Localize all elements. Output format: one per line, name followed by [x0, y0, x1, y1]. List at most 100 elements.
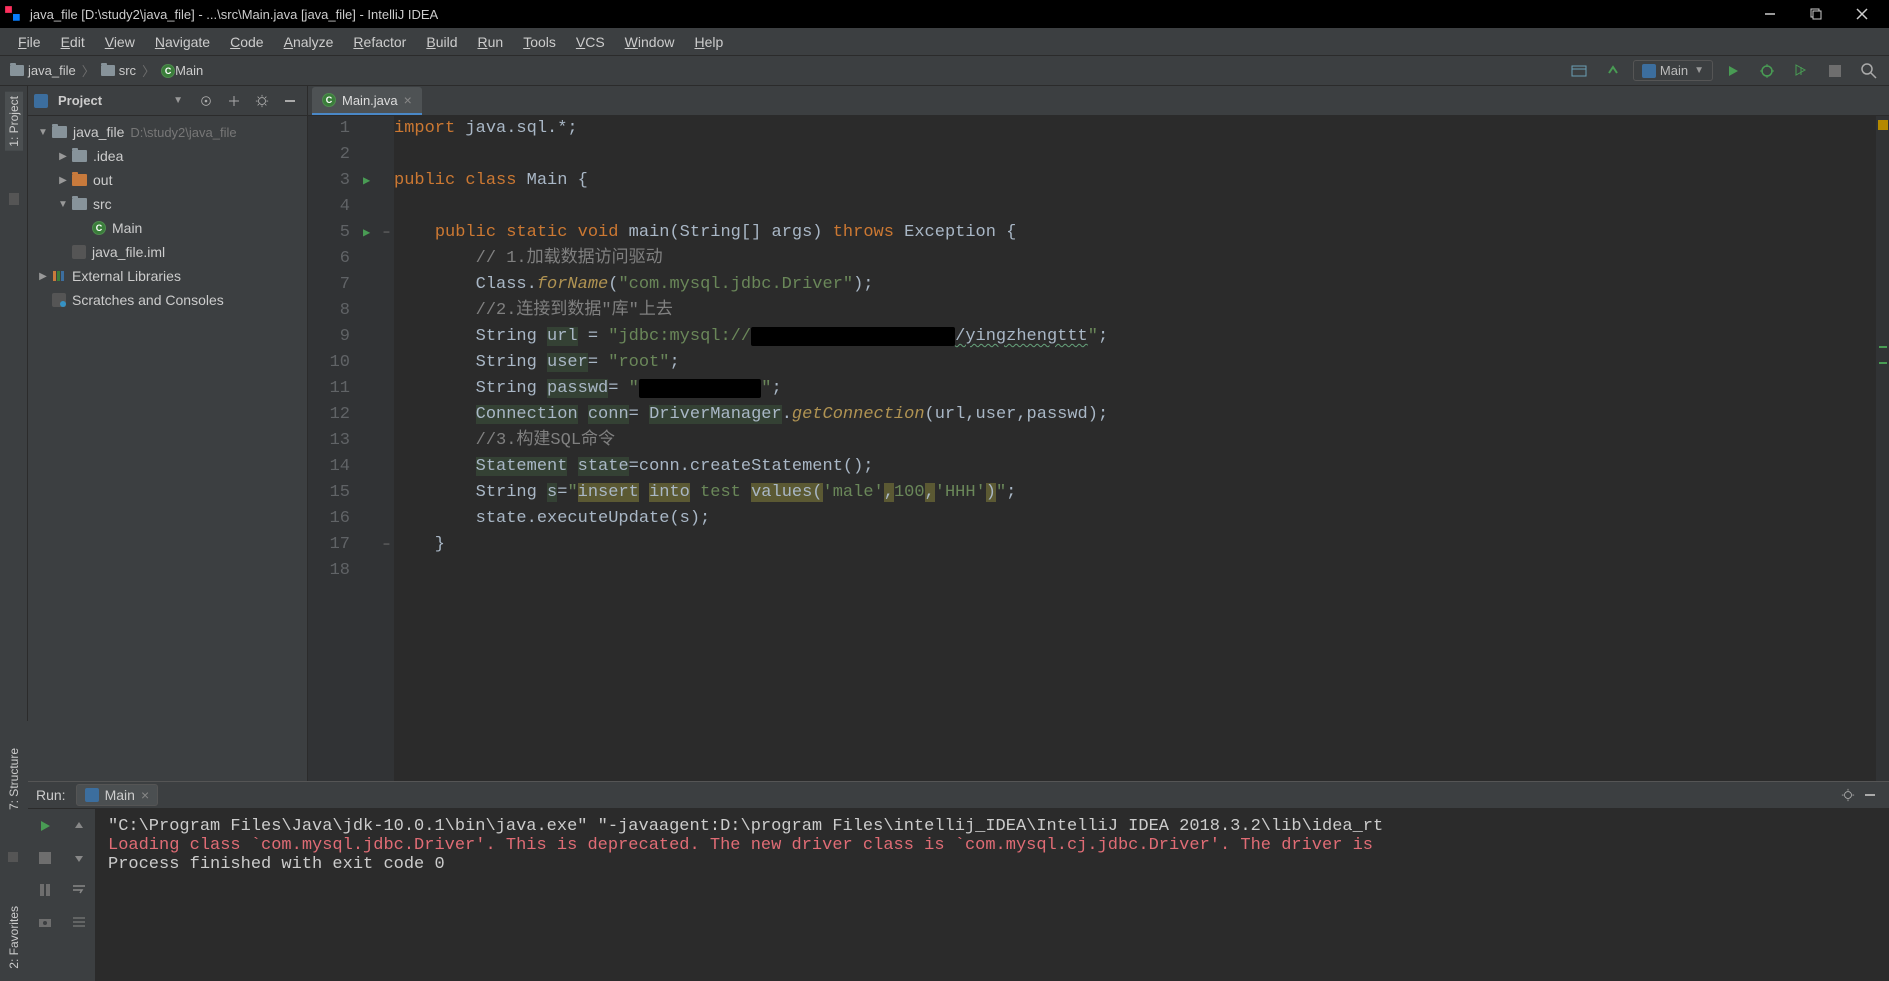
crumb-src[interactable]: src	[97, 63, 140, 78]
navigation-bar: java_file〉src〉CMain Main ▼	[0, 56, 1889, 86]
run-icon[interactable]	[1719, 59, 1747, 83]
app-icon	[85, 788, 99, 802]
expand-arrow-icon[interactable]: ▼	[56, 199, 70, 210]
menu-tools[interactable]: Tools	[513, 34, 566, 50]
folder-icon	[52, 126, 67, 138]
menu-edit[interactable]: Edit	[51, 34, 95, 50]
stripe-mark	[1879, 346, 1887, 348]
folder-icon	[10, 65, 24, 76]
menu-code[interactable]: Code	[220, 34, 273, 50]
expand-arrow-icon[interactable]: ▶	[56, 151, 70, 162]
menu-window[interactable]: Window	[615, 34, 685, 50]
project-title: Project	[58, 93, 102, 108]
pause-icon[interactable]	[34, 879, 56, 901]
menu-run[interactable]: Run	[467, 34, 513, 50]
intellij-logo-icon	[4, 5, 22, 23]
class-icon: C	[322, 93, 336, 107]
menu-analyze[interactable]: Analyze	[274, 34, 344, 50]
warning-indicator-icon	[1878, 120, 1888, 130]
menu-vcs[interactable]: VCS	[566, 34, 615, 50]
locate-icon[interactable]	[195, 90, 217, 112]
expand-arrow-icon[interactable]: ▶	[36, 271, 50, 282]
search-icon[interactable]	[1855, 59, 1883, 83]
run-tool-header: Run: Main ×	[28, 782, 1889, 809]
menu-view[interactable]: View	[95, 34, 145, 50]
close-icon[interactable]: ×	[141, 787, 149, 803]
scroll-to-end-icon[interactable]	[68, 911, 90, 933]
sync-icon[interactable]	[1599, 59, 1627, 83]
gear-icon[interactable]	[251, 90, 273, 112]
menu-refactor[interactable]: Refactor	[343, 34, 416, 50]
tree-item[interactable]: java_file.iml	[28, 240, 307, 264]
tree-item[interactable]: ▼java_fileD:\study2\java_file	[28, 120, 307, 144]
hide-icon[interactable]	[279, 90, 301, 112]
chevron-down-icon: ▼	[1694, 65, 1704, 76]
chevron-right-icon: 〉	[142, 61, 155, 80]
project-tool-header: Project ▼	[28, 86, 308, 116]
class-icon: C	[92, 221, 106, 235]
tree-item[interactable]: ▶out	[28, 168, 307, 192]
editor-tabs: C Main.java ×	[308, 86, 1889, 116]
camera-icon[interactable]	[34, 911, 56, 933]
folder-icon	[72, 198, 87, 210]
editor-tab-main[interactable]: C Main.java ×	[312, 87, 422, 115]
hide-icon[interactable]	[1859, 784, 1881, 806]
bookmark-icon[interactable]	[6, 191, 22, 207]
stripe-mark	[1879, 362, 1887, 364]
tree-item[interactable]: CMain	[28, 216, 307, 240]
run-tab-label: Main	[105, 787, 135, 803]
run-tab[interactable]: Main ×	[76, 784, 159, 806]
menu-build[interactable]: Build	[416, 34, 467, 50]
chevron-down-icon[interactable]: ▼	[173, 95, 183, 106]
crumb-java_file[interactable]: java_file	[6, 63, 80, 78]
softwrap-icon[interactable]	[68, 879, 90, 901]
minimize-button[interactable]	[1747, 0, 1793, 28]
run-gutter-icon[interactable]: ▶	[363, 220, 370, 246]
console-output[interactable]: "C:\Program Files\Java\jdk-10.0.1\bin\ja…	[96, 809, 1889, 981]
structure-tool-tab[interactable]: 7: Structure	[7, 744, 21, 814]
collapse-icon[interactable]	[223, 90, 245, 112]
favorites-tool-tab[interactable]: 2: Favorites	[7, 902, 21, 973]
file-icon	[72, 245, 86, 259]
run-toolbar-secondary	[62, 809, 96, 981]
editor-tab-label: Main.java	[342, 93, 398, 108]
up-icon[interactable]	[68, 815, 90, 837]
update-project-icon[interactable]	[1565, 59, 1593, 83]
stop-icon[interactable]	[34, 847, 56, 869]
run-label: Run:	[36, 787, 66, 803]
crumb-main[interactable]: CMain	[157, 63, 207, 78]
run-tool-window: Run: Main × "C:\Program Files\Java\jdk-1…	[28, 781, 1889, 981]
expand-arrow-icon[interactable]: ▶	[56, 175, 70, 186]
tree-item[interactable]: ▶.idea	[28, 144, 307, 168]
menu-navigate[interactable]: Navigate	[145, 34, 220, 50]
menu-file[interactable]: File	[8, 34, 51, 50]
run-config-select[interactable]: Main ▼	[1633, 60, 1713, 81]
gear-icon[interactable]	[1837, 784, 1859, 806]
titlebar: java_file [D:\study2\java_file] - ...\sr…	[0, 0, 1889, 28]
run-toolbar-primary	[28, 809, 62, 981]
folder-icon	[72, 174, 87, 186]
stop-icon[interactable]	[1821, 59, 1849, 83]
window-title: java_file [D:\study2\java_file] - ...\sr…	[30, 7, 1747, 22]
tree-item[interactable]: Scratches and Consoles	[28, 288, 307, 312]
down-icon[interactable]	[68, 847, 90, 869]
debug-icon[interactable]	[1753, 59, 1781, 83]
app-icon	[1642, 64, 1656, 78]
close-button[interactable]	[1839, 0, 1885, 28]
menu-help[interactable]: Help	[684, 34, 733, 50]
folder-icon	[101, 65, 115, 76]
maximize-button[interactable]	[1793, 0, 1839, 28]
class-icon: C	[161, 64, 175, 78]
scratch-icon	[52, 293, 66, 307]
project-tool-tab[interactable]: 1: Project	[5, 92, 23, 151]
coverage-icon[interactable]	[1787, 59, 1815, 83]
tree-item[interactable]: ▼src	[28, 192, 307, 216]
rerun-icon[interactable]	[34, 815, 56, 837]
close-icon[interactable]: ×	[404, 93, 412, 107]
tree-item[interactable]: ▶External Libraries	[28, 264, 307, 288]
run-gutter-icon[interactable]: ▶	[363, 168, 370, 194]
layers-icon[interactable]	[6, 850, 22, 866]
library-icon	[52, 269, 66, 283]
expand-arrow-icon[interactable]: ▼	[36, 127, 50, 138]
left-toolstrip-bottom: 7: Structure 2: Favorites	[0, 721, 28, 981]
